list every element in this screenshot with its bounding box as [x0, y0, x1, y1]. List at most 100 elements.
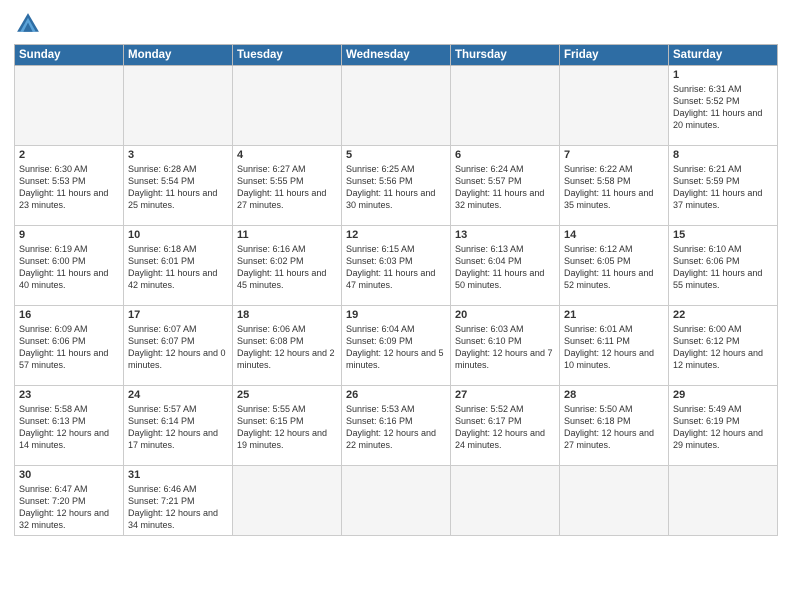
page: SundayMondayTuesdayWednesdayThursdayFrid…	[0, 0, 792, 612]
day-number: 23	[19, 389, 119, 401]
day-number: 24	[128, 389, 228, 401]
day-number: 26	[346, 389, 446, 401]
day-number: 9	[19, 229, 119, 241]
calendar-cell: 25 Sunrise: 5:55 AM Sunset: 6:15 PM Dayli…	[233, 386, 342, 466]
weekday-header-row: SundayMondayTuesdayWednesdayThursdayFrid…	[15, 45, 778, 66]
day-number: 4	[237, 149, 337, 161]
day-info: Sunrise: 6:07 AM Sunset: 6:07 PM Dayligh…	[128, 323, 228, 372]
day-info: Sunrise: 6:16 AM Sunset: 6:02 PM Dayligh…	[237, 243, 337, 292]
weekday-header-monday: Monday	[124, 45, 233, 66]
calendar-cell: 13 Sunrise: 6:13 AM Sunset: 6:04 PM Dayli…	[451, 226, 560, 306]
day-number: 12	[346, 229, 446, 241]
calendar-cell	[669, 466, 778, 536]
calendar-cell	[342, 66, 451, 146]
week-row-2: 2 Sunrise: 6:30 AM Sunset: 5:53 PM Daylig…	[15, 146, 778, 226]
calendar-cell: 2 Sunrise: 6:30 AM Sunset: 5:53 PM Daylig…	[15, 146, 124, 226]
day-info: Sunrise: 6:13 AM Sunset: 6:04 PM Dayligh…	[455, 243, 555, 292]
calendar-cell	[124, 66, 233, 146]
day-info: Sunrise: 6:30 AM Sunset: 5:53 PM Dayligh…	[19, 163, 119, 212]
calendar-cell: 11 Sunrise: 6:16 AM Sunset: 6:02 PM Dayli…	[233, 226, 342, 306]
weekday-header-friday: Friday	[560, 45, 669, 66]
calendar-cell	[451, 466, 560, 536]
calendar-cell: 14 Sunrise: 6:12 AM Sunset: 6:05 PM Dayli…	[560, 226, 669, 306]
day-info: Sunrise: 5:53 AM Sunset: 6:16 PM Dayligh…	[346, 403, 446, 452]
calendar-cell: 30 Sunrise: 6:47 AM Sunset: 7:20 PM Dayli…	[15, 466, 124, 536]
day-number: 31	[128, 469, 228, 481]
day-info: Sunrise: 6:28 AM Sunset: 5:54 PM Dayligh…	[128, 163, 228, 212]
day-number: 25	[237, 389, 337, 401]
day-info: Sunrise: 6:24 AM Sunset: 5:57 PM Dayligh…	[455, 163, 555, 212]
day-number: 14	[564, 229, 664, 241]
day-number: 11	[237, 229, 337, 241]
calendar-cell: 15Sunrise: 6:10 AM Sunset: 6:06 PM Dayli…	[669, 226, 778, 306]
day-info: Sunrise: 6:46 AM Sunset: 7:21 PM Dayligh…	[128, 483, 228, 532]
day-info: Sunrise: 6:47 AM Sunset: 7:20 PM Dayligh…	[19, 483, 119, 532]
day-info: Sunrise: 5:55 AM Sunset: 6:15 PM Dayligh…	[237, 403, 337, 452]
calendar-cell: 1Sunrise: 6:31 AM Sunset: 5:52 PM Daylig…	[669, 66, 778, 146]
calendar-cell: 23 Sunrise: 5:58 AM Sunset: 6:13 PM Dayli…	[15, 386, 124, 466]
calendar-cell: 28 Sunrise: 5:50 AM Sunset: 6:18 PM Dayli…	[560, 386, 669, 466]
day-info: Sunrise: 6:19 AM Sunset: 6:00 PM Dayligh…	[19, 243, 119, 292]
day-info: Sunrise: 6:25 AM Sunset: 5:56 PM Dayligh…	[346, 163, 446, 212]
weekday-header-tuesday: Tuesday	[233, 45, 342, 66]
day-info: Sunrise: 6:22 AM Sunset: 5:58 PM Dayligh…	[564, 163, 664, 212]
calendar-cell: 12 Sunrise: 6:15 AM Sunset: 6:03 PM Dayli…	[342, 226, 451, 306]
day-info: Sunrise: 6:00 AM Sunset: 6:12 PM Dayligh…	[673, 323, 773, 372]
day-number: 3	[128, 149, 228, 161]
day-info: Sunrise: 5:49 AM Sunset: 6:19 PM Dayligh…	[673, 403, 773, 452]
calendar: SundayMondayTuesdayWednesdayThursdayFrid…	[14, 44, 778, 536]
calendar-cell: 21 Sunrise: 6:01 AM Sunset: 6:11 PM Dayli…	[560, 306, 669, 386]
day-number: 30	[19, 469, 119, 481]
calendar-cell: 18 Sunrise: 6:06 AM Sunset: 6:08 PM Dayli…	[233, 306, 342, 386]
week-row-3: 9 Sunrise: 6:19 AM Sunset: 6:00 PM Daylig…	[15, 226, 778, 306]
day-info: Sunrise: 6:01 AM Sunset: 6:11 PM Dayligh…	[564, 323, 664, 372]
generalblue-logo-icon	[14, 10, 42, 38]
logo	[14, 10, 46, 38]
day-number: 27	[455, 389, 555, 401]
calendar-cell: 10Sunrise: 6:18 AM Sunset: 6:01 PM Dayli…	[124, 226, 233, 306]
day-info: Sunrise: 5:58 AM Sunset: 6:13 PM Dayligh…	[19, 403, 119, 452]
weekday-header-sunday: Sunday	[15, 45, 124, 66]
day-info: Sunrise: 6:21 AM Sunset: 5:59 PM Dayligh…	[673, 163, 773, 212]
calendar-cell: 9 Sunrise: 6:19 AM Sunset: 6:00 PM Daylig…	[15, 226, 124, 306]
day-number: 21	[564, 309, 664, 321]
weekday-header-wednesday: Wednesday	[342, 45, 451, 66]
calendar-cell: 16 Sunrise: 6:09 AM Sunset: 6:06 PM Dayli…	[15, 306, 124, 386]
day-info: Sunrise: 6:10 AM Sunset: 6:06 PM Dayligh…	[673, 243, 773, 292]
day-number: 20	[455, 309, 555, 321]
calendar-cell: 19Sunrise: 6:04 AM Sunset: 6:09 PM Dayli…	[342, 306, 451, 386]
calendar-cell	[560, 66, 669, 146]
calendar-cell: 8Sunrise: 6:21 AM Sunset: 5:59 PM Daylig…	[669, 146, 778, 226]
calendar-cell	[15, 66, 124, 146]
calendar-cell: 29 Sunrise: 5:49 AM Sunset: 6:19 PM Dayli…	[669, 386, 778, 466]
calendar-cell	[451, 66, 560, 146]
day-info: Sunrise: 6:27 AM Sunset: 5:55 PM Dayligh…	[237, 163, 337, 212]
day-info: Sunrise: 6:12 AM Sunset: 6:05 PM Dayligh…	[564, 243, 664, 292]
day-number: 13	[455, 229, 555, 241]
day-info: Sunrise: 5:50 AM Sunset: 6:18 PM Dayligh…	[564, 403, 664, 452]
day-info: Sunrise: 5:52 AM Sunset: 6:17 PM Dayligh…	[455, 403, 555, 452]
day-number: 28	[564, 389, 664, 401]
calendar-cell: 24Sunrise: 5:57 AM Sunset: 6:14 PM Dayli…	[124, 386, 233, 466]
week-row-5: 23 Sunrise: 5:58 AM Sunset: 6:13 PM Dayli…	[15, 386, 778, 466]
day-info: Sunrise: 6:06 AM Sunset: 6:08 PM Dayligh…	[237, 323, 337, 372]
day-number: 1	[673, 69, 773, 81]
day-number: 16	[19, 309, 119, 321]
day-info: Sunrise: 6:04 AM Sunset: 6:09 PM Dayligh…	[346, 323, 446, 372]
calendar-cell: 17 Sunrise: 6:07 AM Sunset: 6:07 PM Dayli…	[124, 306, 233, 386]
calendar-cell	[342, 466, 451, 536]
day-number: 6	[455, 149, 555, 161]
calendar-cell	[233, 66, 342, 146]
calendar-cell: 5Sunrise: 6:25 AM Sunset: 5:56 PM Daylig…	[342, 146, 451, 226]
day-number: 2	[19, 149, 119, 161]
day-number: 17	[128, 309, 228, 321]
day-info: Sunrise: 6:18 AM Sunset: 6:01 PM Dayligh…	[128, 243, 228, 292]
day-info: Sunrise: 6:09 AM Sunset: 6:06 PM Dayligh…	[19, 323, 119, 372]
day-number: 18	[237, 309, 337, 321]
calendar-cell: 27 Sunrise: 5:52 AM Sunset: 6:17 PM Dayli…	[451, 386, 560, 466]
day-number: 29	[673, 389, 773, 401]
calendar-cell: 6 Sunrise: 6:24 AM Sunset: 5:57 PM Daylig…	[451, 146, 560, 226]
day-number: 7	[564, 149, 664, 161]
day-info: Sunrise: 6:15 AM Sunset: 6:03 PM Dayligh…	[346, 243, 446, 292]
calendar-cell: 3 Sunrise: 6:28 AM Sunset: 5:54 PM Daylig…	[124, 146, 233, 226]
